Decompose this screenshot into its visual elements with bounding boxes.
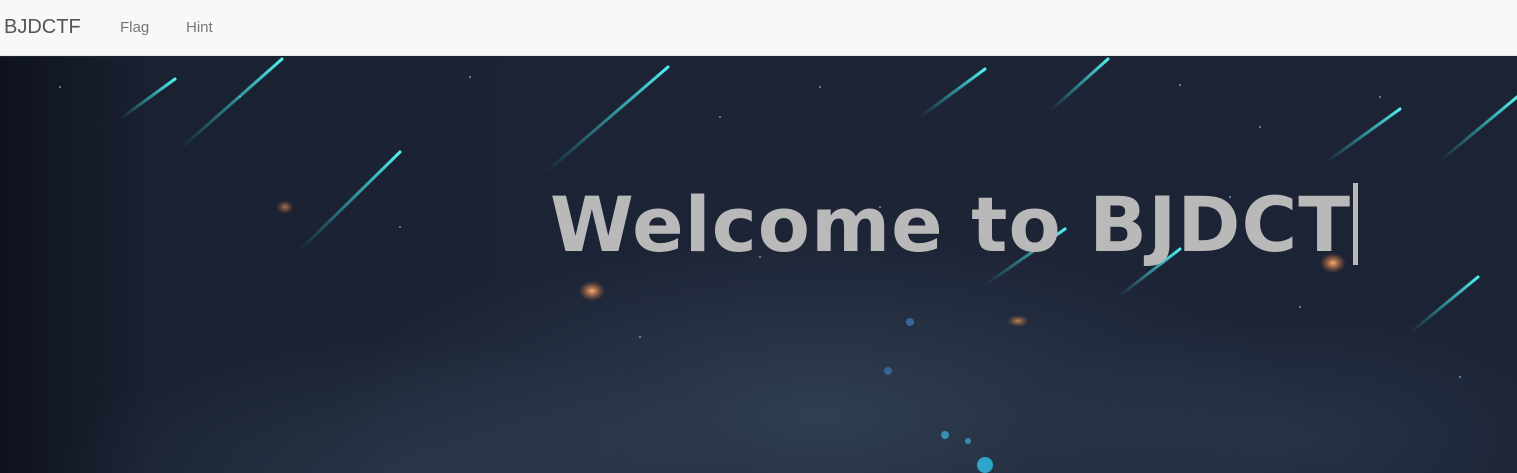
hero-banner: Welcome to BJDCT [0, 57, 1517, 473]
typing-cursor [1353, 183, 1359, 265]
welcome-heading: Welcome to BJDCT [550, 175, 1359, 275]
nav-link-flag[interactable]: Flag [120, 19, 149, 37]
brand-link[interactable]: BJDCTF [4, 16, 81, 38]
welcome-text: Welcome to BJDCT [550, 180, 1352, 269]
nav-link-hint[interactable]: Hint [186, 19, 213, 37]
navbar: BJDCTF Flag Hint [0, 0, 1517, 56]
